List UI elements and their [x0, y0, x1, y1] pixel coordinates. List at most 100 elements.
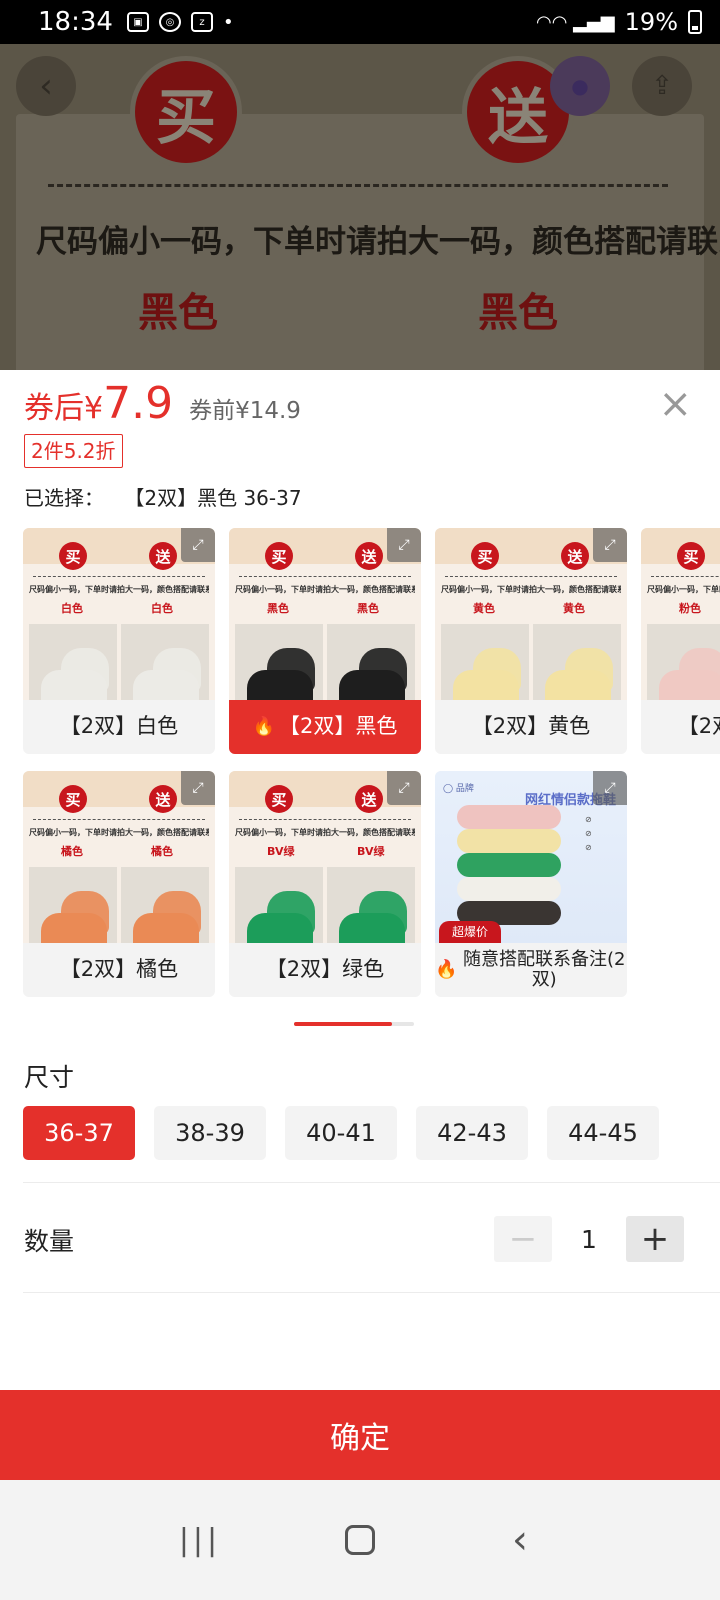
slipper-shape [457, 829, 561, 853]
size-options: 36-37 38-39 40-41 42-43 44-45 [23, 1106, 659, 1160]
close-icon[interactable]: × [658, 384, 692, 424]
slipper-photo [327, 867, 415, 943]
expand-icon[interactable]: ⤢ [593, 771, 627, 805]
slipper-photo [235, 624, 323, 700]
home-icon [345, 1525, 375, 1555]
back-arrow-icon: ‹ [39, 66, 53, 106]
image-divider [33, 576, 205, 577]
size-option[interactable]: 36-37 [23, 1106, 135, 1160]
variant-option[interactable]: 买 送尺码偏小一码，下单时请拍大一码，颜色搭配请联系客服 黄色 黄色 ⤢ 【2双】黄色 [435, 528, 627, 754]
slipper-shape [247, 913, 313, 943]
selected-value: 【2双】黑色 36-37 [124, 486, 302, 510]
quantity-stepper: − 1 + [494, 1216, 684, 1262]
favorite-icon: ● [571, 74, 589, 98]
image-notice: 尺码偏小一码，下单时请拍大一码，颜色搭配请联系客服 [441, 585, 621, 594]
image-notice: 尺码偏小一码，下单时请拍大一码，颜色搭配请联系客服 [235, 585, 415, 594]
slipper-shape [133, 913, 199, 943]
quantity-minus-button[interactable]: − [494, 1216, 552, 1262]
variant-label: 【2双】橘色 [23, 943, 215, 997]
quantity-label: 数量 [24, 1227, 75, 1256]
gift-badge: 送 [149, 542, 177, 570]
variant-option[interactable]: 买送尺码偏小一码，下单时请拍大一码，颜色搭配请联系客服粉色粉色⤢【2双】粉色 [641, 528, 720, 754]
divider [23, 1292, 720, 1293]
size-option[interactable]: 42-43 [416, 1106, 528, 1160]
share-icon: ⇪ [651, 71, 673, 101]
variant-option[interactable]: ◯ 品牌 网红情侣款拖鞋 ⊘ ⊘ ⊘ 超爆价 ⤢ 🔥 随意搭配联系备注(2双) [435, 771, 627, 997]
variant-option[interactable]: 买 送尺码偏小一码，下单时请拍大一码，颜色搭配请联系客服 橘色 橘色 ⤢ 【2双】橘色 [23, 771, 215, 997]
variant-label-text: 【2双】绿色 [265, 957, 385, 982]
wifi-signal-icon: ◠◠ ▂▄▆ [535, 11, 615, 33]
back-nav-button[interactable]: ‹ [490, 1510, 550, 1570]
variant-option[interactable]: 买 送尺码偏小一码，下单时请拍大一码，颜色搭配请联系客服 黑色 黑色 ⤢ 🔥 【2双】黑色 [229, 528, 421, 754]
system-nav-bar: ||| ‹ [0, 1480, 720, 1600]
recent-apps-button[interactable]: ||| [170, 1510, 230, 1570]
home-button[interactable] [330, 1510, 390, 1570]
slipper-shape [457, 805, 561, 829]
image-divider [239, 576, 411, 577]
slipper-shape [41, 670, 107, 700]
quantity-value[interactable]: 1 [552, 1225, 626, 1254]
price-row: 券后¥ 7.9 券前¥14.9 [24, 378, 301, 429]
image-notice: 尺码偏小一码，下单时请拍大一码，颜色搭配请联系客服 [647, 585, 720, 594]
sku-selector-sheet: 券后¥ 7.9 券前¥14.9 × 2件5.2折 已选择： 【2双】黑色 36-… [0, 370, 720, 1600]
image-color-left: 黑色 [267, 602, 289, 615]
slipper-shape [41, 913, 107, 943]
variant-option[interactable]: 买 送尺码偏小一码，下单时请拍大一码，颜色搭配请联系客服 白色 白色 ⤢ 【2双】白色 [23, 528, 215, 754]
promo-logo: ◯ 品牌 [443, 784, 474, 794]
slipper-photos [647, 624, 720, 700]
gift-badge: 送 [561, 542, 589, 570]
confirm-button[interactable]: 确定 [0, 1390, 720, 1480]
expand-icon[interactable]: ⤢ [387, 771, 421, 805]
promo-feature-icon: ⊘ [585, 843, 592, 852]
hero-notice: 尺码偏小一码，下单时请拍大一码，颜色搭配请联系客服 [36, 224, 720, 260]
price-value: 7.9 [103, 378, 174, 429]
slipper-shape [339, 670, 405, 700]
share-button[interactable]: ⇪ [632, 56, 692, 116]
promo-feature-icon: ⊘ [585, 815, 592, 824]
variant-label-text: 【2双】白色 [59, 714, 179, 739]
expand-icon[interactable]: ⤢ [593, 528, 627, 562]
slipper-shape [133, 670, 199, 700]
product-hero-image: 买 送 尺码偏小一码，下单时请拍大一码，颜色搭配请联系客服 黑色 黑色 ‹ ● … [0, 44, 720, 370]
variant-image: 买送尺码偏小一码，下单时请拍大一码，颜色搭配请联系客服粉色粉色 [641, 528, 720, 700]
slipper-shape [545, 670, 611, 700]
slipper-photo [29, 624, 117, 700]
slipper-photos [441, 624, 621, 700]
variant-label-text: 随意搭配联系备注(2双) [462, 949, 626, 990]
back-button[interactable]: ‹ [16, 56, 76, 116]
slipper-shape [339, 913, 405, 943]
discount-tag: 2件5.2折 [24, 434, 123, 468]
hero-buy-badge: 买 [130, 56, 242, 168]
variant-label-text: 【2双】黄色 [471, 714, 591, 739]
variant-label: 【2双】黄色 [435, 700, 627, 754]
expand-icon[interactable]: ⤢ [387, 528, 421, 562]
image-divider [33, 819, 205, 820]
size-option[interactable]: 38-39 [154, 1106, 266, 1160]
scroll-thumb [294, 1022, 392, 1026]
selected-summary: 已选择： 【2双】黑色 36-37 [24, 482, 302, 511]
variant-option[interactable]: 买 送尺码偏小一码，下单时请拍大一码，颜色搭配请联系客服 BV绿 BV绿 ⤢ 【2双】绿色 [229, 771, 421, 997]
hero-color-left: 黑色 [138, 290, 218, 336]
price-prefix: 券后¥ [24, 391, 104, 426]
gift-badge: 送 [149, 785, 177, 813]
favorite-button[interactable]: ● [550, 56, 610, 116]
slipper-shape [659, 670, 720, 700]
back-chevron-icon: ‹ [512, 1517, 528, 1563]
slipper-shape [453, 670, 519, 700]
slipper-shape [247, 670, 313, 700]
variant-grid: 买送尺码偏小一码，下单时请拍大一码，颜色搭配请联系客服 白色 白色 ⤢ 【2双】白色买送… [0, 528, 720, 1008]
expand-icon[interactable]: ⤢ [181, 771, 215, 805]
image-divider [445, 576, 617, 577]
size-option[interactable]: 44-45 [547, 1106, 659, 1160]
zalo-notification-icon: z [190, 12, 213, 32]
variant-label-text: 【2双】粉色 [677, 714, 720, 739]
slipper-photo [121, 867, 209, 943]
quantity-plus-button[interactable]: + [626, 1216, 684, 1262]
size-option[interactable]: 40-41 [285, 1106, 397, 1160]
expand-icon[interactable]: ⤢ [181, 528, 215, 562]
buy-badge: 买 [59, 542, 87, 570]
slipper-photo [235, 867, 323, 943]
promo-hot-badge: 超爆价 [439, 921, 501, 943]
divider [23, 1182, 720, 1183]
buy-badge: 买 [265, 542, 293, 570]
